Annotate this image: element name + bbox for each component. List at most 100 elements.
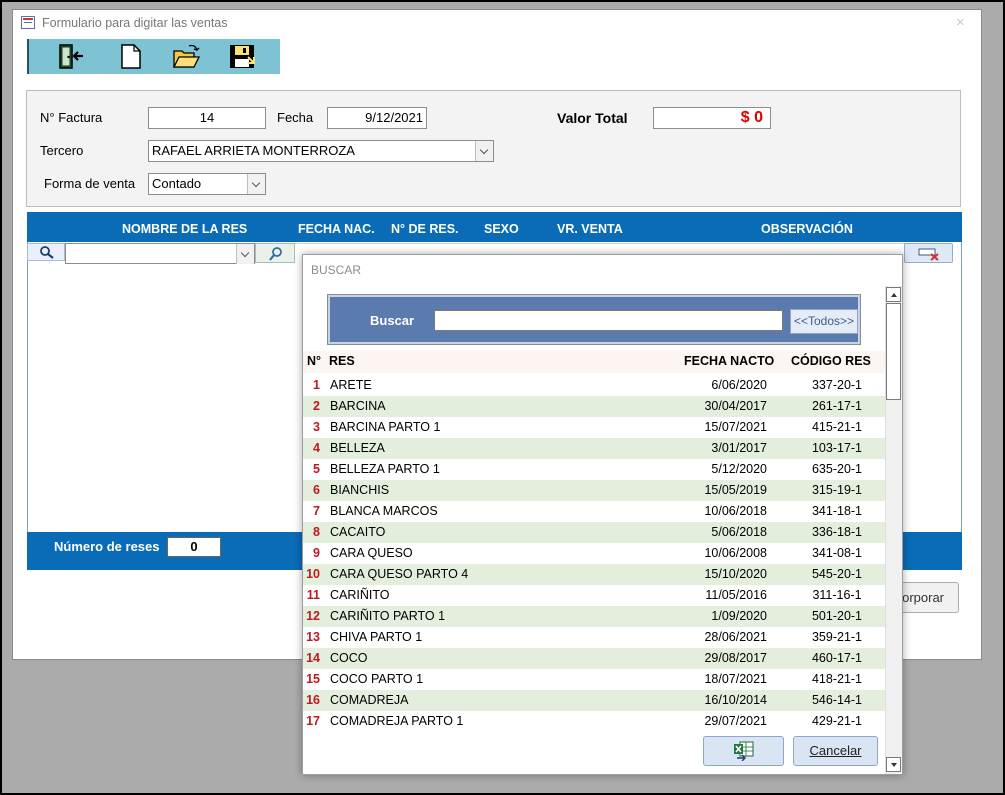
list-item-code: 103-17-1 bbox=[811, 441, 863, 455]
cancel-button[interactable]: Cancelar bbox=[793, 736, 878, 766]
new-document-icon bbox=[121, 44, 141, 69]
form-window-icon bbox=[21, 16, 35, 29]
scroll-down-icon[interactable] bbox=[886, 757, 901, 772]
list-item[interactable]: 17 COMADREJA PARTO 1 29/07/2021 429-21-1 bbox=[303, 711, 885, 732]
sale-type-value: Contado bbox=[152, 176, 202, 191]
list-item-name: BIANCHIS bbox=[330, 483, 390, 497]
list-item-birthdate: 15/10/2020 bbox=[704, 567, 767, 581]
popup-title: BUSCAR bbox=[311, 263, 362, 277]
third-party-combo[interactable]: RAFAEL ARRIETA MONTERROZA bbox=[148, 140, 494, 162]
list-item[interactable]: 7 BLANCA MARCOS 10/06/2018 341-18-1 bbox=[303, 501, 885, 522]
chevron-down-icon[interactable] bbox=[236, 244, 254, 264]
search-label: Buscar bbox=[370, 313, 415, 328]
list-item-code: 635-20-1 bbox=[811, 462, 863, 476]
list-item-code: 545-20-1 bbox=[811, 567, 863, 581]
list-item-code: 415-21-1 bbox=[811, 420, 863, 434]
list-item[interactable]: 16 COMADREJA 16/10/2014 546-14-1 bbox=[303, 690, 885, 711]
list-item-name: BLANCA MARCOS bbox=[330, 504, 438, 518]
list-item-birthdate: 10/06/2008 bbox=[704, 546, 767, 560]
list-item[interactable]: 13 CHIVA PARTO 1 28/06/2021 359-21-1 bbox=[303, 627, 885, 648]
list-item-number: 14 bbox=[306, 651, 320, 665]
invoice-number-field[interactable]: 14 bbox=[148, 107, 266, 129]
list-item-code: 429-21-1 bbox=[811, 714, 863, 728]
list-item[interactable]: 3 BARCINA PARTO 1 15/07/2021 415-21-1 bbox=[303, 417, 885, 438]
list-item[interactable]: 4 BELLEZA 3/01/2017 103-17-1 bbox=[303, 438, 885, 459]
list-item[interactable]: 2 BARCINA 30/04/2017 261-17-1 bbox=[303, 396, 885, 417]
list-item[interactable]: 1 ARETE 6/06/2020 337-20-1 bbox=[303, 375, 885, 396]
list-header-number: N° bbox=[307, 354, 322, 368]
delete-row-icon bbox=[918, 248, 939, 261]
res-name-combo[interactable] bbox=[65, 243, 255, 264]
list-item-name: CARA QUESO bbox=[330, 546, 413, 560]
list-item[interactable]: 10 CARA QUESO PARTO 4 15/10/2020 545-20-1 bbox=[303, 564, 885, 585]
list-item-code: 501-20-1 bbox=[811, 609, 863, 623]
list-item-number: 17 bbox=[306, 714, 320, 728]
list-item-birthdate: 3/01/2017 bbox=[711, 441, 767, 455]
grid-search-button[interactable] bbox=[27, 243, 65, 261]
search-input[interactable] bbox=[434, 310, 783, 331]
exit-button[interactable] bbox=[57, 43, 85, 70]
list-item-number: 8 bbox=[313, 525, 320, 539]
delete-row-button[interactable] bbox=[904, 243, 953, 263]
list-item[interactable]: 8 CACAITO 5/06/2018 336-18-1 bbox=[303, 522, 885, 543]
scroll-thumb[interactable] bbox=[886, 303, 901, 400]
res-count-field: 0 bbox=[167, 537, 221, 557]
list-item[interactable]: 6 BIANCHIS 15/05/2019 315-19-1 bbox=[303, 480, 885, 501]
window-title: Formulario para digitar las ventas bbox=[42, 16, 228, 30]
list-item-name: CARIÑITO PARTO 1 bbox=[330, 609, 446, 623]
list-item[interactable]: 5 BELLEZA PARTO 1 5/12/2020 635-20-1 bbox=[303, 459, 885, 480]
scroll-up-icon[interactable] bbox=[886, 287, 901, 302]
find-res-button[interactable] bbox=[255, 243, 295, 263]
open-button[interactable] bbox=[172, 43, 201, 70]
list-item-code: 261-17-1 bbox=[811, 399, 863, 413]
third-party-label: Tercero bbox=[40, 143, 84, 158]
list-header-birthdate: FECHA NACTO bbox=[684, 354, 775, 368]
chevron-down-icon[interactable] bbox=[475, 141, 493, 161]
col-header-sex: SEXO bbox=[484, 222, 519, 236]
list-item-birthdate: 16/10/2014 bbox=[704, 693, 767, 707]
list-item-birthdate: 11/05/2016 bbox=[705, 588, 767, 602]
list-item-name: BARCINA bbox=[330, 399, 386, 413]
col-header-birthdate: FECHA NAC. bbox=[298, 222, 375, 236]
new-button[interactable] bbox=[117, 43, 145, 70]
toolbar bbox=[27, 39, 280, 74]
list-item[interactable]: 9 CARA QUESO 10/06/2008 341-08-1 bbox=[303, 543, 885, 564]
col-header-sale-value: VR. VENTA bbox=[557, 222, 623, 236]
excel-export-icon bbox=[734, 741, 754, 761]
export-excel-button[interactable] bbox=[703, 736, 784, 766]
list-item-code: 546-14-1 bbox=[811, 693, 863, 707]
list-item-birthdate: 5/06/2018 bbox=[711, 525, 767, 539]
list-item[interactable]: 15 COCO PARTO 1 18/07/2021 418-21-1 bbox=[303, 669, 885, 690]
third-party-value: RAFAEL ARRIETA MONTERROZA bbox=[152, 143, 355, 158]
search-icon bbox=[40, 246, 54, 259]
list-item-name: ARETE bbox=[330, 378, 372, 392]
list-item-birthdate: 30/04/2017 bbox=[704, 399, 767, 413]
list-item-birthdate: 15/05/2019 bbox=[704, 483, 767, 497]
list-item[interactable]: 12 CARIÑITO PARTO 1 1/09/2020 501-20-1 bbox=[303, 606, 885, 627]
list-item[interactable]: 14 COCO 29/08/2017 460-17-1 bbox=[303, 648, 885, 669]
list-item-name: BELLEZA PARTO 1 bbox=[330, 462, 440, 476]
list-item-code: 460-17-1 bbox=[811, 651, 863, 665]
chevron-down-icon[interactable] bbox=[247, 174, 265, 194]
window-close-button[interactable]: × bbox=[956, 14, 965, 31]
date-field[interactable]: 9/12/2021 bbox=[327, 107, 427, 129]
res-list: 1 ARETE 6/06/2020 337-20-1 2 BARCINA 30/04/201… bbox=[303, 375, 885, 732]
save-button[interactable] bbox=[228, 43, 256, 70]
list-item-code: 336-18-1 bbox=[811, 525, 863, 539]
list-item[interactable]: 11 CARIÑITO 11/05/2016 311-16-1 bbox=[303, 585, 885, 606]
col-header-observation: OBSERVACIÓN bbox=[761, 222, 853, 236]
list-item-code: 315-19-1 bbox=[811, 483, 863, 497]
save-disk-icon bbox=[230, 45, 255, 68]
list-item-name: COMADREJA bbox=[330, 693, 409, 707]
list-item-birthdate: 6/06/2020 bbox=[711, 378, 767, 392]
list-item-birthdate: 15/07/2021 bbox=[704, 420, 767, 434]
list-item-birthdate: 1/09/2020 bbox=[711, 609, 767, 623]
sale-type-combo[interactable]: Contado bbox=[148, 173, 266, 195]
date-label: Fecha bbox=[277, 110, 314, 125]
list-item-code: 341-08-1 bbox=[811, 546, 863, 560]
list-item-birthdate: 5/12/2020 bbox=[711, 462, 767, 476]
list-item-birthdate: 28/06/2021 bbox=[704, 630, 767, 644]
list-item-name: COCO PARTO 1 bbox=[330, 672, 424, 686]
list-item-number: 1 bbox=[313, 378, 320, 392]
show-all-button[interactable]: <<Todos>> bbox=[790, 309, 858, 334]
